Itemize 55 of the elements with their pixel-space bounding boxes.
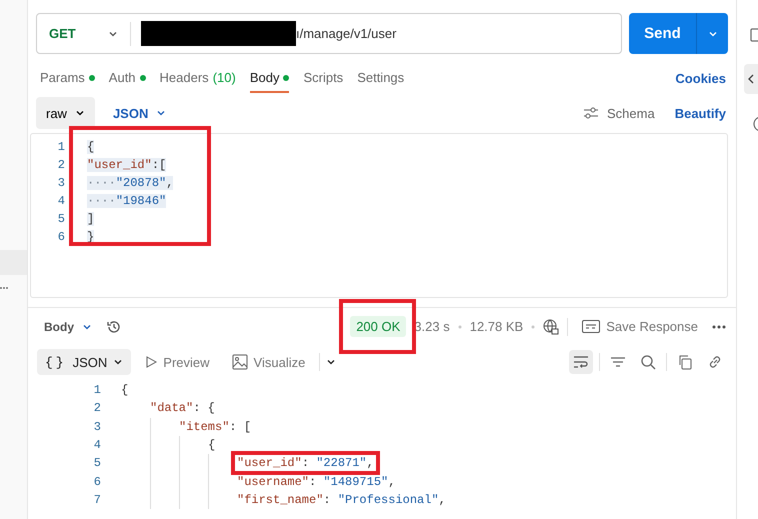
request-tab[interactable]: Scripts	[303, 64, 344, 93]
request-tab[interactable]: Settings	[357, 64, 404, 93]
image-icon	[232, 354, 248, 370]
line-number: 2	[92, 401, 102, 416]
play-icon	[145, 355, 158, 369]
save-response-button[interactable]: Save Response	[576, 318, 704, 335]
line-number: 2	[56, 158, 66, 172]
code-line: {	[121, 383, 128, 398]
code-line: "username": "1489715",	[237, 474, 396, 489]
line-number: 4	[56, 194, 66, 208]
dot-separator-icon	[458, 324, 462, 328]
code-line: "data": {	[150, 401, 215, 416]
chevron-icon[interactable]	[326, 357, 336, 367]
code-line: "user_id": "22871",	[237, 456, 374, 470]
example-icon	[582, 320, 600, 333]
line-number: 7	[92, 492, 102, 507]
url-field[interactable]: ı/manage/v1/user	[131, 21, 396, 46]
request-tab[interactable]: Auth	[108, 64, 146, 93]
chevron-icon	[74, 108, 85, 118]
line-number: 1	[56, 140, 66, 154]
body-mode-dropdown[interactable]: raw	[36, 97, 95, 129]
code-line: {	[208, 438, 216, 452]
line-number: 3	[56, 176, 66, 190]
wrap-lines-icon[interactable]	[569, 350, 593, 374]
line-number: 4	[92, 438, 102, 452]
response-body-dropdown[interactable]: Body	[38, 318, 98, 334]
response-view-tab[interactable]: {} JSON	[37, 349, 132, 375]
code-line: "items": [	[179, 420, 252, 434]
line-number: 6	[56, 230, 66, 244]
request-tab[interactable]: Headers (10)	[160, 64, 236, 93]
schema-button[interactable]: Schema	[577, 97, 661, 129]
line-number: 1	[92, 383, 102, 398]
response-size: 12.78 KB	[470, 319, 524, 334]
response-view-tab[interactable]: Visualize	[224, 349, 314, 375]
sliders-icon	[583, 107, 599, 119]
collapse-icon[interactable]	[744, 64, 758, 94]
request-tab[interactable]: Body	[250, 64, 290, 93]
method-dropdown[interactable]: GET	[37, 22, 131, 46]
chevron-icon	[113, 357, 124, 367]
request-tab[interactable]: Params	[40, 64, 95, 93]
line-number: 5	[56, 212, 66, 226]
history-icon[interactable]	[106, 318, 122, 334]
dot-separator-icon	[531, 324, 536, 328]
cookies-link[interactable]: Cookies	[673, 71, 728, 86]
more-icon[interactable]	[0, 286, 8, 290]
line-number: 6	[92, 474, 102, 489]
chevron-icon	[156, 108, 166, 118]
response-view-tab[interactable]: Preview	[137, 349, 218, 375]
more-icon[interactable]	[712, 324, 726, 328]
beautify-button[interactable]: Beautify	[672, 97, 728, 129]
globe-lock-icon[interactable]	[543, 318, 560, 334]
line-number: 3	[92, 420, 102, 434]
code-line: "first_name": "Professional",	[237, 492, 446, 507]
line-number: 5	[92, 456, 102, 470]
format-dropdown[interactable]: JSON	[106, 97, 172, 129]
